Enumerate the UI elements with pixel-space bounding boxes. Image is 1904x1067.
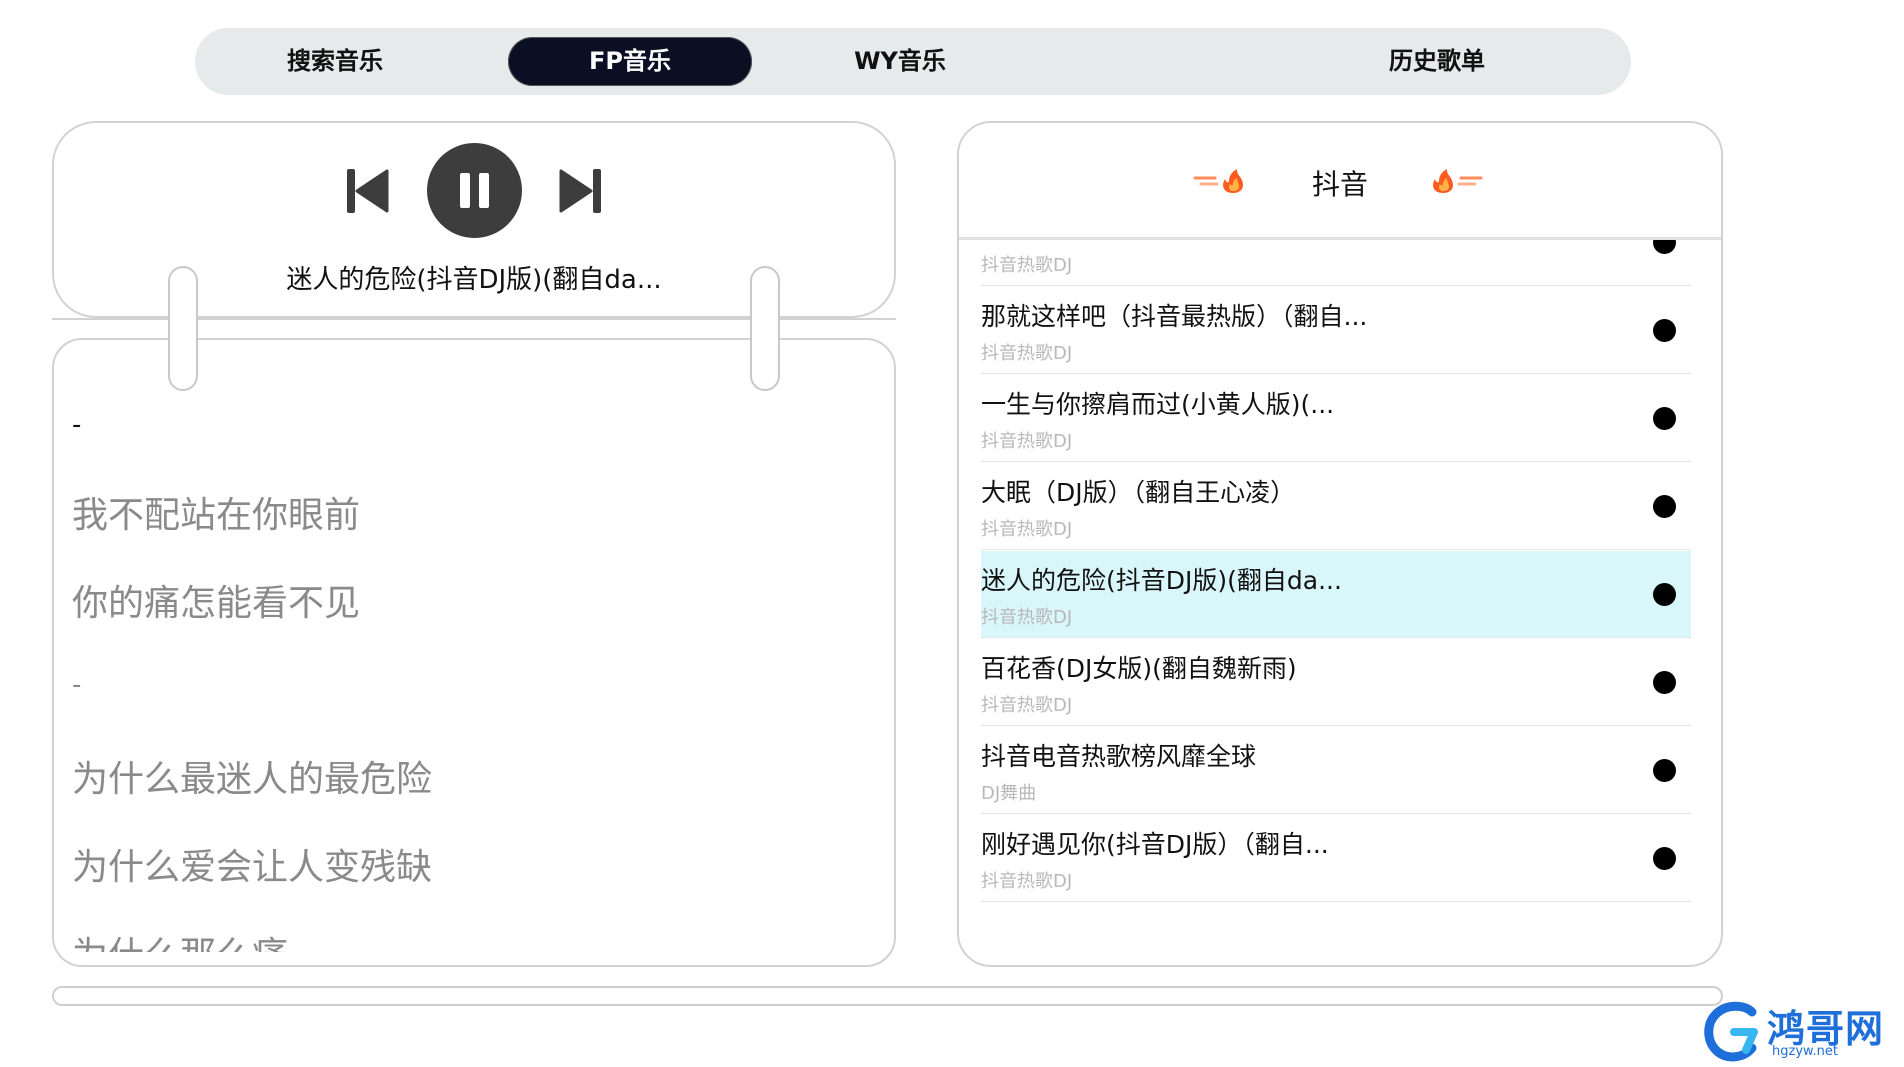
playlist-panel: 抖音 我要找到你（云南三佳）（翻自Z... 抖音热歌DJ 那就这样吧（抖音最热版… (957, 121, 1723, 967)
list-item[interactable]: 那就这样吧（抖音最热版）（翻自... 抖音热歌DJ (981, 287, 1691, 374)
song-artist: 抖音热歌DJ (981, 519, 1073, 540)
tab-fp-music[interactable]: FP音乐 (508, 37, 752, 86)
list-item[interactable]: 刚好遇见你(抖音DJ版）（翻自... 抖音热歌DJ (981, 815, 1691, 902)
song-title: 大眠（DJ版）（翻自王心凌） (981, 478, 1296, 507)
song-artist: 抖音热歌DJ (981, 871, 1073, 892)
song-artist: 抖音热歌DJ (981, 695, 1073, 716)
list-item[interactable]: 抖音电音热歌榜风靡全球 DJ舞曲 (981, 727, 1691, 814)
song-title: 迷人的危险(抖音DJ版)(翻自da... (981, 566, 1342, 595)
list-item[interactable]: 大眠（DJ版）（翻自王心凌） 抖音热歌DJ (981, 463, 1691, 550)
song-title: 抖音电音热歌榜风靡全球 (981, 742, 1257, 771)
watermark-logo: 鸿哥网 hgzyw.net (1700, 998, 1900, 1064)
pause-icon (460, 173, 470, 208)
song-artist: 抖音热歌DJ (981, 431, 1073, 452)
fire-icon (1433, 169, 1483, 193)
song-action-icon[interactable] (1653, 495, 1676, 518)
watermark-url: hgzyw.net (1772, 1044, 1838, 1059)
song-action-icon[interactable] (1653, 319, 1676, 342)
list-item[interactable]: 一生与你擦肩而过(小黄人版)(... 抖音热歌DJ (981, 375, 1691, 462)
list-item-active[interactable]: 迷人的危险(抖音DJ版)(翻自da... 抖音热歌DJ (981, 551, 1691, 638)
lyrics-panel[interactable]: - 我不配站在你眼前 你的痛怎能看不见 - 为什么最迷人的最危险 为什么爱会让人… (52, 338, 896, 967)
list-item[interactable]: 百花香(DJ女版)(翻自魏新雨) 抖音热歌DJ (981, 639, 1691, 726)
tab-history-playlist[interactable]: 历史歌单 (1327, 37, 1547, 86)
list-item[interactable]: 我要找到你（云南三佳）（翻自Z... 抖音热歌DJ (981, 237, 1691, 286)
hinge-left (168, 266, 198, 391)
song-action-icon[interactable] (1653, 407, 1676, 430)
lyric-line: 我不配站在你眼前 (72, 495, 361, 536)
song-action-icon[interactable] (1653, 583, 1676, 606)
playback-progress-bar[interactable] (52, 986, 1723, 1006)
lyric-line: 为什么那么痛 (72, 926, 288, 952)
lyric-line: - (72, 670, 82, 700)
song-list[interactable]: 我要找到你（云南三佳）（翻自Z... 抖音热歌DJ 那就这样吧（抖音最热版）（翻… (981, 237, 1691, 937)
logo-icon (1704, 1001, 1758, 1062)
skip-next-icon[interactable] (559, 167, 603, 215)
lyric-line: - (72, 410, 82, 440)
song-action-icon[interactable] (1653, 759, 1676, 782)
pause-button[interactable] (427, 143, 522, 238)
song-title: 一生与你擦肩而过(小黄人版)(... (981, 390, 1335, 419)
pause-icon-bar (479, 173, 489, 208)
source-tab-bar: 搜索音乐 FP音乐 WY音乐 历史歌单 (195, 28, 1631, 95)
song-action-icon[interactable] (1653, 847, 1676, 870)
song-artist: DJ舞曲 (981, 783, 1037, 804)
song-artist: 抖音热歌DJ (981, 607, 1073, 628)
lyric-line: 你的痛怎能看不见 (72, 583, 361, 624)
song-artist: 抖音热歌DJ (981, 255, 1073, 276)
tab-search-music[interactable]: 搜索音乐 (235, 37, 435, 86)
tab-wy-music[interactable]: WY音乐 (775, 37, 1025, 86)
hinge-right (750, 266, 780, 391)
playlist-header: 抖音 (959, 123, 1721, 240)
song-action-icon[interactable] (1653, 671, 1676, 694)
song-title: 百花香(DJ女版)(翻自魏新雨) (981, 654, 1297, 683)
skip-previous-icon[interactable] (345, 167, 389, 215)
song-title: 那就这样吧（抖音最热版）（翻自... (981, 302, 1368, 331)
song-artist: 抖音热歌DJ (981, 343, 1073, 364)
lyric-line: 为什么爱会让人变残缺 (72, 847, 433, 888)
playlist-title: 抖音 (1311, 168, 1368, 201)
lyric-line: 为什么最迷人的最危险 (72, 759, 433, 800)
song-title: 刚好遇见你(抖音DJ版）（翻自... (981, 830, 1329, 859)
